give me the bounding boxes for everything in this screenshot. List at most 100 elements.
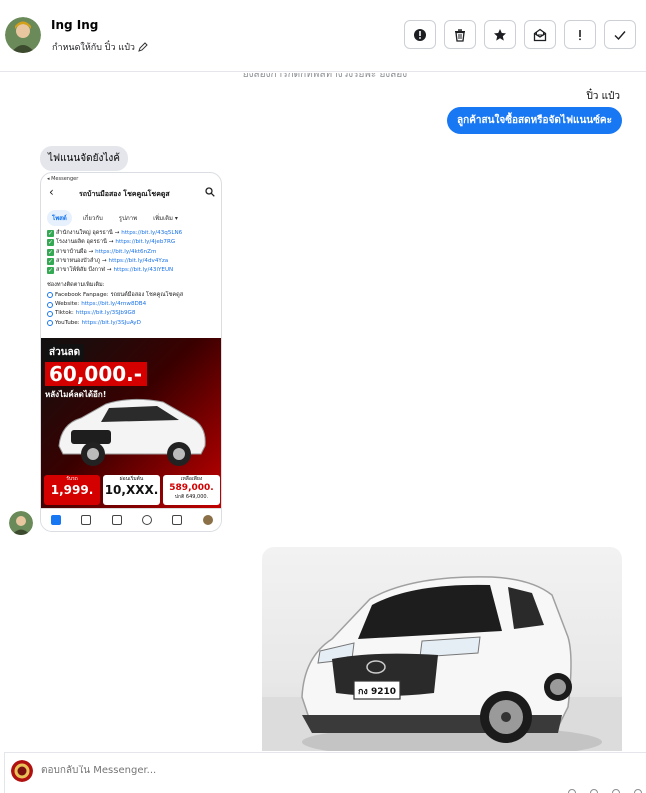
price-box: เหลือเพียง 589,000. ปกติ 649,000. (163, 475, 220, 505)
search-icon (205, 187, 215, 197)
screenshot-tab: โพสต์ (47, 210, 72, 226)
pencil-icon[interactable] (138, 42, 148, 52)
screenshot-post-text: ✓ สำนักงานใหญ่ อุดรธานี → https://bit.ly/… (47, 229, 217, 328)
branch-link: https://bit.ly/43iYEUN (113, 267, 174, 274)
check-box-icon: ✓ (47, 239, 54, 247)
branch-text: สำนักงานใหญ่ อุดรธานี → (56, 230, 120, 236)
contact-link: https://bit.ly/4rnw8DB4 (81, 301, 147, 308)
branch-line: ✓ สาขาหนองบัวลำภู → https://bit.ly/4dv4Yz… (47, 257, 217, 266)
branch-text: สาขาโพ้พิสัย บึงกาฬ → (56, 267, 112, 274)
follow-up-button[interactable] (564, 20, 596, 49)
contact-avatar[interactable] (5, 17, 41, 53)
outgoing-sender-name: ปิ๋ว แป๋ว (586, 91, 620, 102)
profile-icon (202, 515, 213, 525)
price-now: 589,000. (169, 483, 214, 493)
message-thread[interactable]: ยังสองการกิดกทพลทางวงรยพะ ยังสอง ปิ๋ว แป… (0, 73, 646, 751)
screenshot-tab: รูปภาพ (118, 215, 138, 222)
conversation-header: Ing Ing กำหนดให้กับ ปิ๋ว แป๋ว (0, 0, 646, 72)
car-photo-drawing: กง 9210 (262, 576, 622, 751)
check-box-icon: ✓ (47, 230, 54, 238)
branch-link: https://bit.ly/43q5LN6 (121, 230, 183, 236)
assignee-label: กำหนดให้กับ ปิ๋ว แป๋ว (52, 43, 135, 53)
assignee-row[interactable]: กำหนดให้กับ ปิ๋ว แป๋ว (52, 40, 148, 54)
sender-avatar[interactable] (9, 511, 33, 535)
car-photo-image[interactable]: กง 9210 (262, 547, 622, 751)
check-icon (614, 30, 626, 40)
branch-line: ✓ สาขาบ้านผือ → https://bit.ly/4kt6nZm (47, 248, 217, 257)
promo-price-row: รับรถ 1,999. ผ่อนเริ่มต้น 10,XXX. เหลือเ… (44, 475, 220, 505)
screenshot-page-title: รถบ้านมือสอง โชคคูณโชคดูส (79, 190, 170, 198)
home-icon (51, 515, 62, 525)
branch-line: ✓ โรงงานผลิต อุดรธานี → https://bit.ly/4j… (47, 238, 217, 247)
price-label: เหลือเพียง (180, 476, 203, 482)
branch-link: https://bit.ly/4jeb7RG (115, 239, 176, 246)
gif-icon[interactable] (612, 789, 620, 793)
screenshot-topbar: ‹ รถบ้านมือสอง โชคคูณโชคดูส (41, 183, 221, 205)
contact-line: Tiktok: https://bit.ly/3SJb9G8 (47, 309, 217, 318)
screenshot-tabs: โพสต์ เกี่ยวกับ รูปภาพ เพิ่มเติม ▾ (47, 210, 183, 226)
reply-composer (4, 752, 646, 793)
trash-icon (455, 28, 465, 42)
contact-line: Website: https://bit.ly/4rnw8DB4 (47, 300, 217, 309)
contact-line: Facebook Fanpage: รถยนต์มือสอง โชคคูณโชค… (47, 291, 217, 300)
down-amount: 1,999. (50, 483, 94, 497)
exclamation-icon (579, 29, 581, 40)
attachment-icon[interactable] (568, 789, 576, 793)
branch-line: ✓ สำนักงานใหญ่ อุดรธานี → https://bit.ly/… (47, 229, 217, 238)
down-label: รับรถ (66, 476, 78, 482)
globe-icon (47, 311, 53, 318)
sticker-icon[interactable] (634, 789, 642, 793)
conversation-actions (404, 20, 636, 49)
contact-heading: ช่องทางติดตามเพิ่มเติม: (47, 282, 105, 289)
contact-text: Facebook Fanpage: (55, 291, 109, 298)
mark-done-button[interactable] (604, 20, 636, 49)
license-plate: กง 9210 (358, 687, 396, 697)
reply-input[interactable] (41, 765, 341, 776)
marketplace-icon (111, 515, 122, 525)
star-icon (494, 28, 506, 41)
incoming-message-bubble[interactable]: ไฟแนนจัดยังไงค้ (40, 146, 128, 171)
price-before: ปกติ 649,000. (174, 494, 209, 500)
globe-icon (47, 301, 53, 308)
mark-spam-button[interactable] (404, 20, 436, 49)
check-box-icon: ✓ (47, 258, 54, 266)
contact-text: YouTube: (55, 319, 80, 326)
bell-icon (172, 515, 183, 525)
branch-text: โรงงานผลิต อุดรธานี → (56, 239, 114, 246)
video-icon (81, 515, 92, 525)
outgoing-message-bubble[interactable]: ลูกค้าสนใจซื้อสดหรือจัดไฟแนนซ์คะ (447, 107, 622, 134)
clipped-system-note: ยังสองการกิดกทพลทางวงรยพะ ยังสอง (242, 73, 408, 80)
contact-name[interactable]: Ing Ing (51, 18, 98, 32)
car-illustration (58, 398, 206, 466)
screenshot-bottom-nav (41, 508, 221, 531)
installment-box: ผ่อนเริ่มต้น 10,XXX. (103, 475, 160, 505)
contact-text: Website: (55, 301, 80, 308)
branch-line: ✓ สาขาโพ้พิสัย บึงกาฬ → https://bit.ly/43… (47, 266, 217, 275)
contact-line: YouTube: https://bit.ly/3SJuAyD (47, 319, 217, 328)
branch-link: https://bit.ly/4dv4Yza (108, 257, 169, 264)
mark-unread-button[interactable] (524, 20, 556, 49)
check-box-icon: ✓ (47, 267, 54, 275)
promo-banner: ส่วนลด 60,000.- หลังไมค์ลดได้อีก! รับรถ … (41, 338, 221, 508)
contact-link: https://bit.ly/3SJuAyD (81, 319, 141, 326)
down-payment-box: รับรถ 1,999. (44, 475, 100, 505)
composer-toolbar (568, 789, 642, 793)
shared-screenshot-image[interactable]: ◂ Messenger ‹ รถบ้านมือสอง โชคคูณโชคดูส … (40, 172, 222, 532)
page-avatar (11, 760, 33, 782)
branch-text: สาขาหนองบัวลำภู → (56, 257, 107, 264)
contact-link: https://bit.ly/3SJb9G8 (75, 310, 136, 317)
promo-label: ส่วนลด (45, 344, 85, 361)
promo-amount: 60,000.- (45, 362, 147, 386)
contact-link: รถยนต์มือสอง โชคคูณโชคดูส (110, 291, 184, 298)
contact-text: Tiktok: (55, 310, 74, 317)
emoji-icon[interactable] (590, 789, 598, 793)
installment-amount: 10,XXX. (104, 483, 159, 497)
back-arrow-icon: ‹ (49, 185, 54, 199)
delete-button[interactable] (444, 20, 476, 49)
installment-label: ผ่อนเริ่มต้น (119, 476, 144, 482)
globe-icon (47, 320, 53, 327)
screenshot-tab: เกี่ยวกับ (82, 215, 103, 222)
screenshot-tab: เพิ่มเติม ▾ (153, 215, 178, 222)
star-button[interactable] (484, 20, 516, 49)
branch-text: สาขาบ้านผือ → (56, 248, 94, 255)
